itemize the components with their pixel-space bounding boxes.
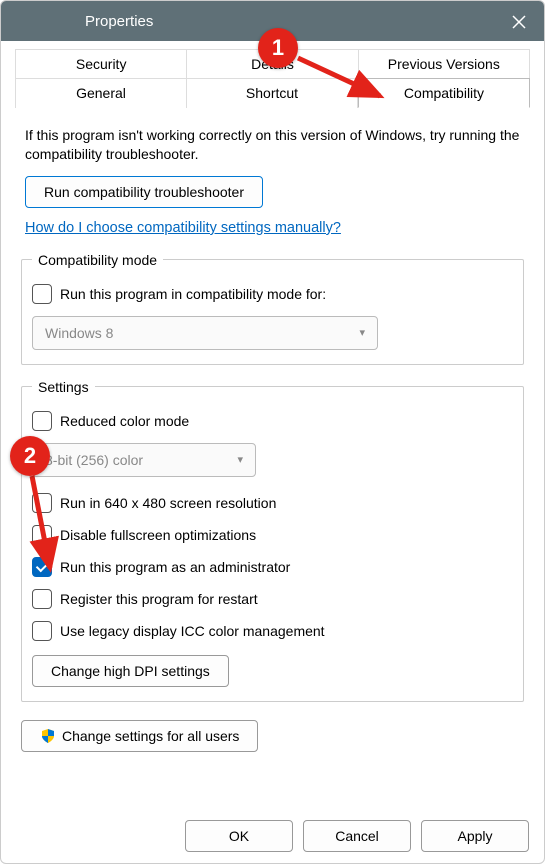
annotation-badge-2: 2 <box>10 436 50 476</box>
ok-button[interactable]: OK <box>185 820 293 852</box>
run-640-label: Run in 640 x 480 screen resolution <box>60 495 276 511</box>
tab-general[interactable]: General <box>15 78 187 108</box>
close-icon <box>511 14 527 30</box>
legacy-icc-checkbox[interactable] <box>32 621 52 641</box>
apply-button[interactable]: Apply <box>421 820 529 852</box>
compat-mode-select[interactable]: Windows 8 ▾ <box>32 316 378 350</box>
run-as-admin-label: Run this program as an administrator <box>60 559 290 575</box>
tab-security[interactable]: Security <box>15 49 187 78</box>
run-troubleshooter-button[interactable]: Run compatibility troubleshooter <box>25 176 263 208</box>
chevron-down-icon: ▾ <box>359 326 365 339</box>
tab-compatibility[interactable]: Compatibility <box>358 78 530 108</box>
properties-dialog: Properties Security Details Previous Ver… <box>0 0 545 864</box>
close-button[interactable] <box>506 9 532 35</box>
description-text: If this program isn't working correctly … <box>15 116 530 170</box>
compat-mode-legend: Compatibility mode <box>32 252 163 268</box>
settings-group: Settings Reduced color mode 8-bit (256) … <box>21 379 524 702</box>
compat-mode-value: Windows 8 <box>45 325 113 341</box>
disable-fullscreen-checkbox[interactable] <box>32 525 52 545</box>
compat-mode-label: Run this program in compatibility mode f… <box>60 286 326 302</box>
register-restart-checkbox[interactable] <box>32 589 52 609</box>
dialog-content: Security Details Previous Versions Gener… <box>1 41 544 770</box>
dialog-buttons: OK Cancel Apply <box>185 820 529 852</box>
color-mode-value: 8-bit (256) color <box>45 452 143 468</box>
annotation-badge-1: 1 <box>258 28 298 68</box>
run-640-checkbox[interactable] <box>32 493 52 513</box>
chevron-down-icon: ▾ <box>237 453 243 466</box>
compatibility-mode-group: Compatibility mode Run this program in c… <box>21 252 524 365</box>
change-all-users-label: Change settings for all users <box>62 728 239 744</box>
tab-shortcut[interactable]: Shortcut <box>187 78 358 108</box>
color-mode-select[interactable]: 8-bit (256) color ▾ <box>32 443 256 477</box>
settings-legend: Settings <box>32 379 95 395</box>
compat-mode-checkbox[interactable] <box>32 284 52 304</box>
register-restart-label: Register this program for restart <box>60 591 258 607</box>
reduced-color-label: Reduced color mode <box>60 413 189 429</box>
change-all-users-button[interactable]: Change settings for all users <box>21 720 258 752</box>
tab-previous-versions[interactable]: Previous Versions <box>359 49 530 78</box>
shield-icon <box>40 728 56 744</box>
legacy-icc-label: Use legacy display ICC color management <box>60 623 325 639</box>
cancel-button[interactable]: Cancel <box>303 820 411 852</box>
disable-fullscreen-label: Disable fullscreen optimizations <box>60 527 256 543</box>
reduced-color-checkbox[interactable] <box>32 411 52 431</box>
run-as-admin-checkbox[interactable] <box>32 557 52 577</box>
change-dpi-button[interactable]: Change high DPI settings <box>32 655 229 687</box>
help-link[interactable]: How do I choose compatibility settings m… <box>15 214 351 248</box>
window-title: Properties <box>85 13 153 30</box>
